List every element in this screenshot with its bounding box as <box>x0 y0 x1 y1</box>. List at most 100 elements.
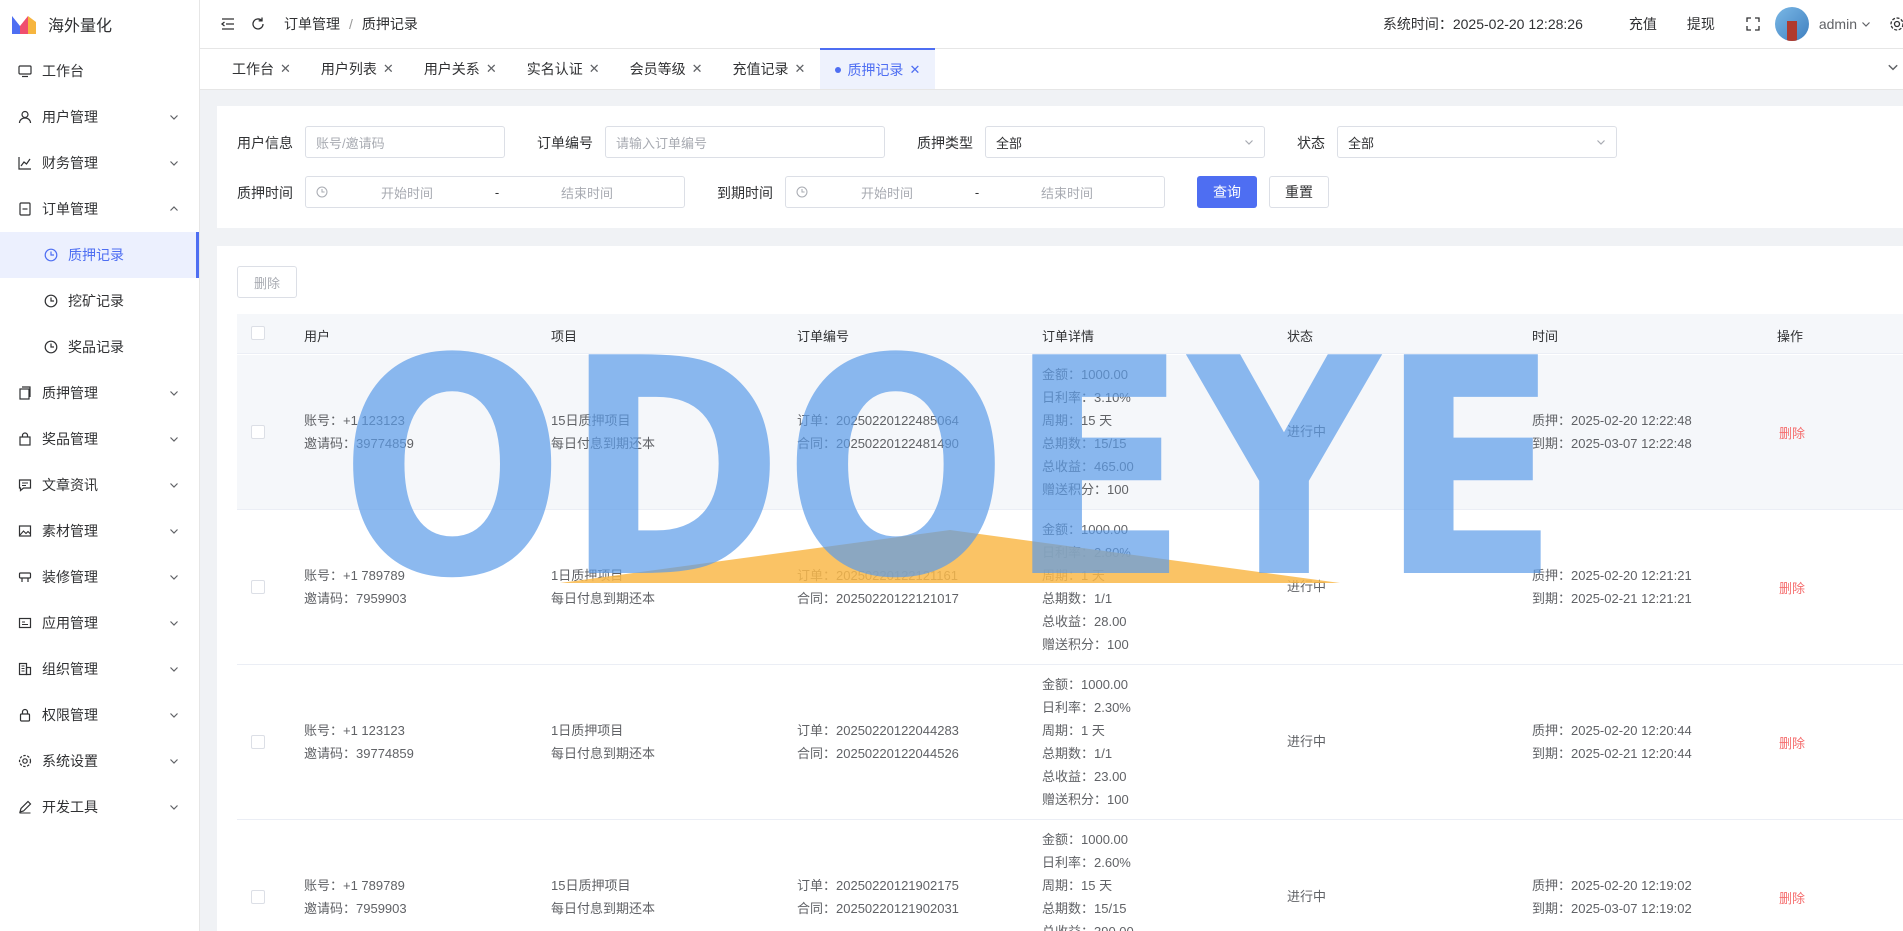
range-separator: - <box>974 184 980 200</box>
collapse-menu-icon[interactable] <box>220 16 236 32</box>
sidebar-item-user-management[interactable]: 用户管理 <box>0 94 199 140</box>
reset-button[interactable]: 重置 <box>1269 176 1329 208</box>
pledge-type-value: 全部 <box>996 135 1023 151</box>
sidebar-item-finance[interactable]: 财务管理 <box>0 140 199 186</box>
order-no-input[interactable]: 请输入订单编号 <box>605 126 885 158</box>
settings-gear-icon[interactable] <box>1889 16 1903 32</box>
top-right-area: 系统时间：2025-02-20 12:28:26 充值 提现 admin <box>1383 0 1903 48</box>
row-checkbox[interactable] <box>251 425 265 439</box>
user-info-input[interactable]: 账号/邀请码 <box>305 126 505 158</box>
row-checkbox[interactable] <box>251 580 265 594</box>
clock-icon <box>44 294 58 308</box>
detail-amount: 金额：1000.00 <box>1042 367 1128 382</box>
close-icon[interactable]: ✕ <box>909 62 920 78</box>
sidebar-item-articles[interactable]: 文章资讯 <box>0 462 199 508</box>
detail-daily-rate: 日利率：2.80% <box>1042 545 1131 560</box>
delete-link[interactable]: 删除 <box>1779 578 1805 597</box>
sidebar-item-materials[interactable]: 素材管理 <box>0 508 199 554</box>
invite-code-text: 邀请码：7959903 <box>304 901 407 916</box>
avatar[interactable] <box>1774 7 1809 41</box>
refresh-icon[interactable] <box>250 16 266 32</box>
pledge-type-select[interactable]: 全部 <box>985 126 1265 158</box>
expire-time-range[interactable]: 开始时间 - 结束时间 <box>785 176 1165 208</box>
tab-recharge-records[interactable]: 充值记录 ✕ <box>718 49 821 89</box>
detail-daily-rate: 日利率：3.10% <box>1042 390 1131 405</box>
cell-status: 进行中 <box>1287 579 1327 594</box>
account-text: 账号：+1 123123 <box>304 413 405 428</box>
cell-project: 1日质押项目 每日付息到期还本 <box>551 719 655 765</box>
logo[interactable]: 海外量化 <box>0 0 199 48</box>
status-select[interactable]: 全部 <box>1337 126 1617 158</box>
end-time-placeholder[interactable]: 结束时间 <box>992 183 1142 202</box>
detail-total-income: 总收益：23.00 <box>1042 769 1127 784</box>
close-icon[interactable]: ✕ <box>383 61 394 77</box>
search-button[interactable]: 查询 <box>1197 176 1257 208</box>
tab-pledge-records[interactable]: 质押记录 ✕ <box>820 48 936 89</box>
tab-member-level[interactable]: 会员等级 ✕ <box>615 49 718 89</box>
sidebar-item-apps[interactable]: 应用管理 <box>0 600 199 646</box>
sidebar-item-pledge-management[interactable]: 质押管理 <box>0 370 199 416</box>
sidebar-subitem-prize-records[interactable]: 奖品记录 <box>0 324 199 370</box>
sidebar-subitem-pledge-records[interactable]: 质押记录 <box>0 232 199 278</box>
message-icon <box>18 478 32 492</box>
chevron-down-icon <box>1596 137 1606 147</box>
cell-order-no: 订单：20250220121902175 合同：2025022012190203… <box>797 874 959 920</box>
delete-link[interactable]: 删除 <box>1779 423 1805 442</box>
table-row[interactable]: 账号：+1 789789 邀请码：7959903 1日质押项目 每日付息到期还本… <box>237 510 1903 665</box>
sidebar-item-system-settings[interactable]: 系统设置 <box>0 738 199 784</box>
table-row[interactable]: 账号：+1 123123 邀请码：39774859 15日质押项目 每日付息到期… <box>237 355 1903 510</box>
fullscreen-icon[interactable] <box>1745 16 1761 32</box>
detail-amount: 金额：1000.00 <box>1042 677 1128 692</box>
account-text: 账号：+1 789789 <box>304 878 405 893</box>
select-all-checkbox[interactable] <box>251 326 265 340</box>
project-name: 15日质押项目 <box>551 413 631 428</box>
start-time-placeholder[interactable]: 开始时间 <box>332 183 482 202</box>
tab-user-relations[interactable]: 用户关系 ✕ <box>409 49 512 89</box>
chevron-down-icon[interactable] <box>1861 16 1871 32</box>
batch-delete-button[interactable]: 删除 <box>237 266 297 298</box>
chevron-down-icon <box>169 480 179 490</box>
close-icon[interactable]: ✕ <box>280 61 291 77</box>
table-row[interactable]: 账号：+1 123123 邀请码：39774859 1日质押项目 每日付息到期还… <box>237 665 1903 820</box>
tab-user-list[interactable]: 用户列表 ✕ <box>306 49 409 89</box>
expire-time-label: 到期时间 <box>717 185 773 201</box>
cell-user: 账号：+1 123123 邀请码：39774859 <box>304 719 414 765</box>
start-time-placeholder[interactable]: 开始时间 <box>812 183 962 202</box>
table-row[interactable]: 账号：+1 789789 邀请码：7959903 15日质押项目 每日付息到期还… <box>237 820 1903 931</box>
active-dot <box>835 66 842 73</box>
sidebar-item-permissions[interactable]: 权限管理 <box>0 692 199 738</box>
username[interactable]: admin <box>1819 16 1857 32</box>
detail-bonus-points: 赠送积分：100 <box>1042 637 1129 652</box>
close-icon[interactable]: ✕ <box>589 61 600 77</box>
sidebar-item-dev-tools[interactable]: 开发工具 <box>0 784 199 830</box>
tab-workbench[interactable]: 工作台 ✕ <box>217 49 306 89</box>
cell-order-no: 订单：20250220122121161 合同：2025022012212101… <box>797 564 959 610</box>
row-checkbox[interactable] <box>251 735 265 749</box>
sidebar-subitem-mining-records[interactable]: 挖矿记录 <box>0 278 199 324</box>
sidebar-item-label: 应用管理 <box>42 615 98 631</box>
close-icon[interactable]: ✕ <box>795 61 806 77</box>
sidebar-item-decoration[interactable]: 装修管理 <box>0 554 199 600</box>
table-header: 用户 项目 订单编号 订单详情 状态 时间 操作 <box>237 314 1903 354</box>
sidebar-item-order-management[interactable]: 订单管理 <box>0 186 199 232</box>
detail-periods: 总期数：1/1 <box>1042 591 1113 606</box>
sidebar-item-prize-management[interactable]: 奖品管理 <box>0 416 199 462</box>
close-icon[interactable]: ✕ <box>692 61 703 77</box>
tab-verification[interactable]: 实名认证 ✕ <box>512 49 615 89</box>
withdraw-link[interactable]: 提现 <box>1687 14 1715 34</box>
sidebar-item-organization[interactable]: 组织管理 <box>0 646 199 692</box>
delete-link[interactable]: 删除 <box>1779 888 1805 907</box>
close-icon[interactable]: ✕ <box>486 61 497 77</box>
cell-order-detail: 金额：1000.00 日利率：3.10% 周期：15 天 总期数：15/15 总… <box>1042 363 1134 501</box>
sidebar-item-workbench[interactable]: 工作台 <box>0 48 199 94</box>
recharge-link[interactable]: 充值 <box>1629 14 1657 34</box>
pledge-time-range[interactable]: 开始时间 - 结束时间 <box>305 176 685 208</box>
delete-link[interactable]: 删除 <box>1779 733 1805 752</box>
chevron-down-icon[interactable] <box>1887 61 1899 73</box>
end-time-placeholder[interactable]: 结束时间 <box>512 183 662 202</box>
cell-time: 质押：2025-02-20 12:22:48 到期：2025-03-07 12:… <box>1532 409 1692 455</box>
row-checkbox[interactable] <box>251 890 265 904</box>
breadcrumb-item-order-management[interactable]: 订单管理 <box>284 14 340 34</box>
system-time: 系统时间：2025-02-20 12:28:26 <box>1382 16 1583 32</box>
chevron-down-icon <box>169 664 179 674</box>
